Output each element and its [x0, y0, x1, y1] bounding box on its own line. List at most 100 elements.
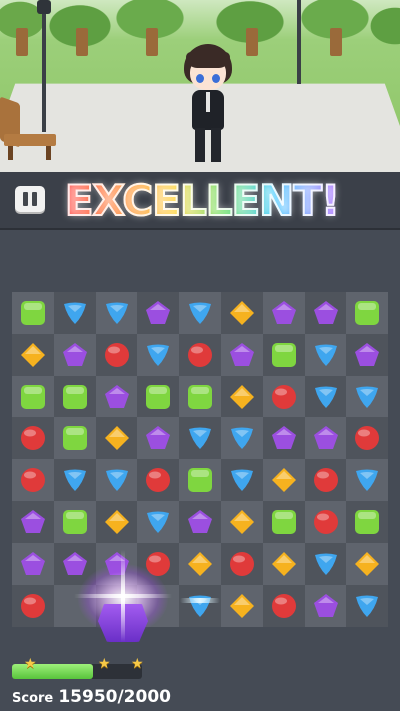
- board-cell[interactable]: [346, 417, 389, 460]
- blue-triangle-gem-icon[interactable]: [103, 466, 131, 494]
- purple-pentagon-gem-icon[interactable]: [270, 424, 298, 452]
- red-circle-gem-icon[interactable]: [186, 341, 214, 369]
- green-square-gem-icon[interactable]: [270, 341, 298, 369]
- purple-pentagon-gem-icon[interactable]: [270, 299, 298, 327]
- blue-triangle-gem-icon[interactable]: [61, 466, 89, 494]
- purple-pentagon-gem-icon[interactable]: [312, 424, 340, 452]
- board-cell[interactable]: [95, 375, 138, 418]
- board-cell[interactable]: [137, 501, 180, 543]
- board-cell[interactable]: [12, 459, 54, 502]
- game-board[interactable]: [12, 292, 389, 627]
- green-square-gem-icon[interactable]: [186, 383, 214, 411]
- board-cell[interactable]: [137, 292, 180, 334]
- board-cell[interactable]: [95, 584, 138, 627]
- board-cell[interactable]: [95, 417, 138, 460]
- blue-triangle-gem-icon[interactable]: [144, 341, 172, 369]
- board-cell[interactable]: [346, 292, 389, 334]
- red-circle-gem-icon[interactable]: [103, 341, 131, 369]
- purple-pentagon-gem-icon[interactable]: [19, 508, 47, 536]
- board-cell[interactable]: [137, 417, 180, 460]
- yellow-diamond-gem-icon[interactable]: [270, 466, 298, 494]
- board-cell[interactable]: [221, 459, 263, 502]
- board-cell[interactable]: [53, 292, 96, 334]
- yellow-diamond-gem-icon[interactable]: [228, 508, 256, 536]
- yellow-diamond-gem-icon[interactable]: [103, 424, 131, 452]
- yellow-diamond-gem-icon[interactable]: [270, 550, 298, 578]
- board-cell[interactable]: [304, 292, 347, 334]
- red-circle-gem-icon[interactable]: [270, 592, 298, 620]
- green-square-gem-icon[interactable]: [353, 508, 381, 536]
- red-circle-gem-icon[interactable]: [19, 424, 47, 452]
- green-square-gem-icon[interactable]: [186, 466, 214, 494]
- board-cell[interactable]: [53, 375, 96, 418]
- board-cell[interactable]: [179, 375, 222, 418]
- red-circle-gem-icon[interactable]: [19, 592, 47, 620]
- board-cell[interactable]: [304, 459, 347, 502]
- purple-pentagon-gem-icon[interactable]: [61, 550, 89, 578]
- purple-pentagon-gem-icon[interactable]: [312, 592, 340, 620]
- board-cell[interactable]: [12, 417, 54, 460]
- board-cell[interactable]: [95, 459, 138, 502]
- pause-button[interactable]: [15, 186, 45, 212]
- blue-triangle-gem-icon[interactable]: [353, 592, 381, 620]
- blue-triangle-gem-icon[interactable]: [186, 592, 214, 620]
- purple-pentagon-gem-icon[interactable]: [103, 550, 131, 578]
- red-circle-gem-icon[interactable]: [312, 466, 340, 494]
- board-cell[interactable]: [262, 292, 305, 334]
- board-cell[interactable]: [137, 459, 180, 502]
- board-cell[interactable]: [12, 333, 54, 376]
- green-square-gem-icon[interactable]: [353, 299, 381, 327]
- board-cell[interactable]: [262, 375, 305, 418]
- blue-triangle-gem-icon[interactable]: [312, 341, 340, 369]
- board-cell[interactable]: [53, 542, 96, 585]
- board-cell[interactable]: [221, 417, 263, 460]
- blue-triangle-gem-icon[interactable]: [186, 424, 214, 452]
- yellow-diamond-gem-icon[interactable]: [228, 383, 256, 411]
- board-cell[interactable]: [262, 542, 305, 585]
- purple-pentagon-gem-icon[interactable]: [228, 341, 256, 369]
- green-square-gem-icon[interactable]: [19, 383, 47, 411]
- red-circle-gem-icon[interactable]: [312, 508, 340, 536]
- yellow-diamond-gem-icon[interactable]: [103, 508, 131, 536]
- blue-triangle-gem-icon[interactable]: [61, 299, 89, 327]
- green-square-gem-icon[interactable]: [144, 383, 172, 411]
- green-square-gem-icon[interactable]: [61, 424, 89, 452]
- board-cell[interactable]: [221, 375, 263, 418]
- board-cell[interactable]: [221, 584, 263, 627]
- board-cell[interactable]: [179, 417, 222, 460]
- purple-pentagon-gem-icon[interactable]: [103, 383, 131, 411]
- board-cell[interactable]: [12, 542, 54, 585]
- board-cell[interactable]: [346, 501, 389, 543]
- blue-triangle-gem-icon[interactable]: [186, 299, 214, 327]
- red-circle-gem-icon[interactable]: [353, 424, 381, 452]
- blue-triangle-gem-icon[interactable]: [228, 466, 256, 494]
- board-cell[interactable]: [95, 292, 138, 334]
- board-cell[interactable]: [137, 584, 180, 627]
- board-cell[interactable]: [53, 501, 96, 543]
- board-cell[interactable]: [221, 333, 263, 376]
- green-square-gem-icon[interactable]: [270, 508, 298, 536]
- blue-triangle-gem-icon[interactable]: [144, 508, 172, 536]
- purple-pentagon-gem-icon[interactable]: [144, 299, 172, 327]
- board-cell[interactable]: [179, 542, 222, 585]
- red-circle-gem-icon[interactable]: [144, 466, 172, 494]
- board-cell[interactable]: [262, 501, 305, 543]
- yellow-diamond-gem-icon[interactable]: [228, 592, 256, 620]
- board-cell[interactable]: [262, 459, 305, 502]
- board-cell[interactable]: [12, 375, 54, 418]
- green-square-gem-icon[interactable]: [61, 508, 89, 536]
- board-cell[interactable]: [262, 333, 305, 376]
- yellow-diamond-gem-icon[interactable]: [353, 550, 381, 578]
- board-cell[interactable]: [262, 417, 305, 460]
- board-cell[interactable]: [221, 501, 263, 543]
- board-cell[interactable]: [53, 417, 96, 460]
- yellow-diamond-gem-icon[interactable]: [19, 341, 47, 369]
- board-cell[interactable]: [179, 501, 222, 543]
- board-cell[interactable]: [346, 333, 389, 376]
- green-square-gem-icon[interactable]: [19, 299, 47, 327]
- purple-pentagon-gem-icon[interactable]: [186, 508, 214, 536]
- yellow-diamond-gem-icon[interactable]: [228, 299, 256, 327]
- red-circle-gem-icon[interactable]: [228, 550, 256, 578]
- board-cell[interactable]: [179, 333, 222, 376]
- board-cell[interactable]: [179, 459, 222, 502]
